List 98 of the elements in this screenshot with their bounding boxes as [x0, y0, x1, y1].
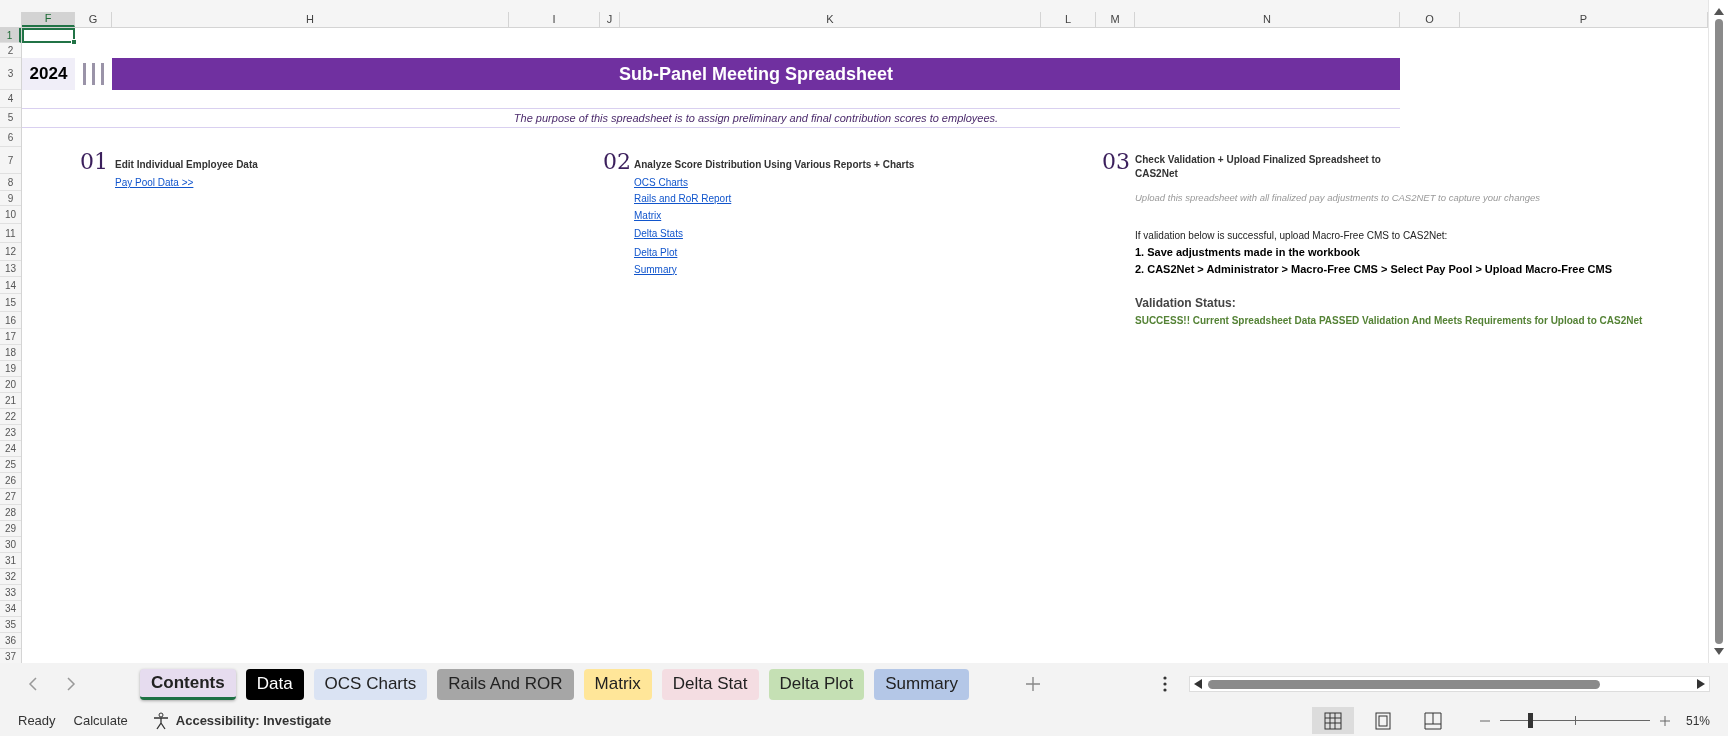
column-header[interactable]: J: [600, 12, 620, 27]
instructions-text: If validation below is successful, upload Macro-Free CMS to CAS2Net:: [1135, 229, 1449, 243]
accessibility-button[interactable]: Accessibility: Investigate: [151, 710, 332, 731]
row-header[interactable]: 17: [0, 329, 21, 345]
row-header[interactable]: 18: [0, 345, 21, 361]
row-header[interactable]: 19: [0, 361, 21, 377]
sheet-tab[interactable]: Rails And ROR: [437, 668, 574, 700]
section-title: Analyze Score Distribution Using Various Reports + Charts: [633, 158, 916, 172]
row-header[interactable]: 16: [0, 312, 21, 329]
sheet-link[interactable]: Summary: [634, 261, 677, 277]
column-header[interactable]: M: [1096, 12, 1135, 27]
column-header[interactable]: K: [620, 12, 1041, 27]
row-header[interactable]: 8: [0, 174, 21, 191]
row-header[interactable]: 4: [0, 90, 21, 108]
status-text: Ready: [18, 711, 56, 730]
sheet-tab[interactable]: Contents: [140, 668, 236, 700]
zoom-in-icon[interactable]: [1659, 715, 1670, 726]
row-header[interactable]: 12: [0, 243, 21, 261]
sheet-tab[interactable]: OCS Charts: [313, 668, 428, 700]
column-header[interactable]: L: [1041, 12, 1096, 27]
row-header[interactable]: 20: [0, 377, 21, 393]
sheet-link[interactable]: Delta Plot: [634, 244, 678, 260]
sheet-tab[interactable]: Summary: [874, 668, 969, 700]
scroll-right-icon[interactable]: [1697, 679, 1705, 689]
sheet-link[interactable]: Pay Pool Data >>: [115, 175, 194, 190]
sheet-link[interactable]: Delta Stats: [634, 226, 683, 241]
row-header[interactable]: 21: [0, 393, 21, 409]
sheet-link[interactable]: Rails and RoR Report: [634, 191, 732, 206]
column-header[interactable]: N: [1135, 12, 1400, 27]
banner-title: Sub-Panel Meeting Spreadsheet: [112, 58, 1400, 90]
normal-view-icon: [1323, 711, 1342, 730]
row-header[interactable]: 10: [0, 206, 21, 224]
row-header[interactable]: 24: [0, 441, 21, 457]
status-text: Calculate: [73, 711, 128, 730]
row-header[interactable]: 9: [0, 191, 21, 206]
sheet-link[interactable]: OCS Charts: [634, 175, 688, 190]
scroll-left-icon[interactable]: [1193, 679, 1202, 689]
row-header[interactable]: 23: [0, 425, 21, 441]
sheet-tab[interactable]: Matrix: [583, 668, 652, 700]
row-header[interactable]: 31: [0, 553, 21, 569]
accessibility-icon: [151, 711, 170, 730]
column-header[interactable]: H: [112, 12, 509, 27]
sheet-tab[interactable]: Delta Stat: [661, 668, 759, 700]
row-header[interactable]: 34: [0, 601, 21, 617]
row-header[interactable]: 1: [0, 28, 21, 43]
row-header[interactable]: 28: [0, 505, 21, 521]
row-header[interactable]: 22: [0, 409, 21, 425]
instruction-step: 2. CAS2Net > Administrator > Macro-Free CMS > Select Pay Pool > Upload Macro-Free CMS: [1135, 261, 1708, 277]
row-header[interactable]: 36: [0, 633, 21, 649]
section-title: Check Validation + Upload Finalized Spreadsheet to CAS2Net: [1135, 153, 1382, 181]
step-number: 01: [79, 150, 108, 174]
sheet-link[interactable]: Matrix: [634, 207, 662, 223]
row-header[interactable]: 33: [0, 585, 21, 601]
step-number: 03: [1101, 150, 1130, 174]
row-header[interactable]: 2: [0, 43, 21, 58]
page-layout-view-icon: [1373, 711, 1392, 730]
more-options-icon[interactable]: [1162, 676, 1167, 692]
step-number: 02: [602, 150, 631, 174]
row-header[interactable]: 32: [0, 569, 21, 585]
subtitle-text: Upload this spreadsheet with all finalized pay adjustments to CAS2NET to capture your changes: [1135, 191, 1542, 206]
validation-result: SUCCESS!! Current Spreadsheet Data PASSED Validation And Meets Requirements for Upload to CAS2Net: [1135, 314, 1644, 328]
view-button[interactable]: [1311, 707, 1354, 734]
row-header[interactable]: 15: [0, 294, 21, 312]
row-header[interactable]: 11: [0, 224, 21, 243]
next-sheet-icon[interactable]: [67, 677, 76, 691]
row-header[interactable]: 27: [0, 489, 21, 505]
instruction-step: 1. Save adjustments made in the workbook: [1135, 243, 1708, 261]
sheet-tab[interactable]: Data: [245, 668, 304, 700]
year-label: 2024: [22, 58, 75, 90]
scroll-down-icon[interactable]: [1713, 648, 1724, 655]
column-header[interactable]: I: [509, 12, 600, 27]
horizontal-scrollbar[interactable]: [1188, 676, 1710, 692]
section-title: Edit Individual Employee Data: [114, 158, 259, 172]
zoom-slider[interactable]: [1499, 713, 1650, 728]
row-header[interactable]: 29: [0, 521, 21, 537]
row-header[interactable]: 26: [0, 473, 21, 489]
column-header[interactable]: O: [1400, 12, 1460, 27]
page-break-view-icon: [1423, 711, 1442, 730]
row-header[interactable]: 30: [0, 537, 21, 553]
row-header[interactable]: 3: [0, 58, 21, 90]
row-header[interactable]: 13: [0, 261, 21, 277]
purpose-text: The purpose of this spreadsheet is to assign preliminary and final contribution scores to employees.: [513, 110, 999, 126]
row-header[interactable]: 6: [0, 128, 21, 147]
row-header[interactable]: 25: [0, 457, 21, 473]
row-header[interactable]: 5: [0, 108, 21, 128]
row-header[interactable]: 7: [0, 147, 21, 174]
previous-sheet-icon[interactable]: [28, 677, 37, 691]
row-header[interactable]: 14: [0, 277, 21, 294]
vertical-scrollbar-thumb[interactable]: [1714, 19, 1723, 644]
zoom-slider-thumb[interactable]: [1527, 713, 1533, 728]
active-cell[interactable]: [22, 28, 75, 43]
row-header[interactable]: 35: [0, 617, 21, 633]
scroll-up-icon[interactable]: [1713, 8, 1724, 15]
column-header[interactable]: G: [75, 12, 112, 27]
column-header[interactable]: F: [22, 12, 75, 27]
sheet-tab[interactable]: Delta Plot: [768, 668, 865, 700]
validation-label: Validation Status:: [1135, 295, 1237, 312]
zoom-level[interactable]: 51%: [1685, 711, 1710, 730]
